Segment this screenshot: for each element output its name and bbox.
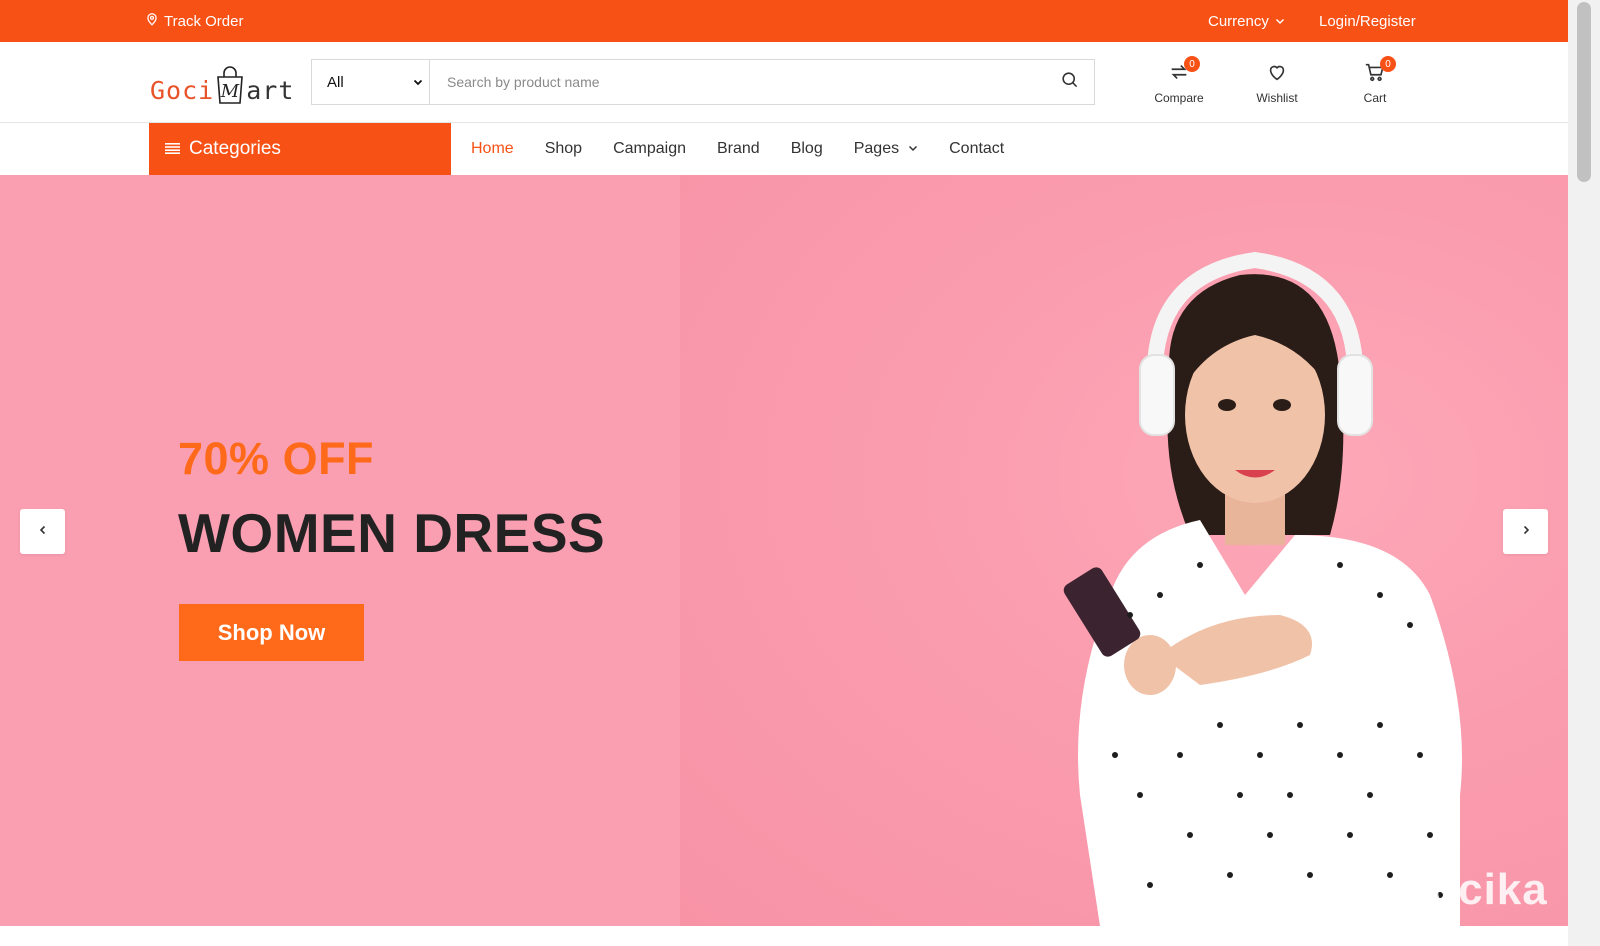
login-register-link[interactable]: Login/Register xyxy=(1319,0,1416,42)
categories-label: Categories xyxy=(189,138,281,159)
nav-item-campaign[interactable]: Campaign xyxy=(613,140,686,158)
hero-slider: 70% OFF WOMEN DRESS Shop Now Gocika xyxy=(0,175,1568,926)
heart-icon xyxy=(1266,59,1288,88)
cart-count-badge: 0 xyxy=(1380,56,1396,72)
slider-next-button[interactable] xyxy=(1503,509,1548,554)
hero-model-image xyxy=(1063,251,1462,926)
shop-now-button[interactable]: Shop Now xyxy=(179,604,364,661)
chevron-down-icon xyxy=(413,74,423,91)
location-pin-icon xyxy=(145,12,159,30)
nav-item-contact[interactable]: Contact xyxy=(949,140,1004,158)
scrollbar-thumb[interactable] xyxy=(1577,2,1591,182)
logo-text-goci: Goci xyxy=(150,76,215,105)
search-icon xyxy=(1060,70,1079,94)
nav-item-blog[interactable]: Blog xyxy=(791,140,823,158)
nav-item-home[interactable]: Home xyxy=(471,140,514,158)
currency-dropdown[interactable]: Currency xyxy=(1208,0,1285,42)
search-input[interactable] xyxy=(430,60,1044,104)
nav-item-shop[interactable]: Shop xyxy=(545,140,582,158)
hero-discount-text: 70% OFF xyxy=(178,433,375,484)
svg-text:M: M xyxy=(220,81,240,102)
track-order-link[interactable]: Track Order xyxy=(145,0,243,42)
search-button[interactable] xyxy=(1044,60,1094,104)
compare-count-badge: 0 xyxy=(1184,56,1200,72)
page-scrollbar[interactable] xyxy=(1568,0,1600,946)
chevron-down-icon xyxy=(908,140,918,158)
chevron-right-icon xyxy=(1520,523,1532,541)
logo-text-art: art xyxy=(246,76,295,105)
brand-watermark: Gocika xyxy=(1395,865,1548,914)
nav-item-pages-label: Pages xyxy=(853,140,900,157)
shopping-bag-logo-icon: M xyxy=(215,65,245,105)
top-bar: Track Order Currency Login/Register xyxy=(0,0,1568,42)
track-order-label: Track Order xyxy=(164,12,244,30)
categories-button[interactable]: Categories xyxy=(149,123,451,175)
currency-label: Currency xyxy=(1208,12,1269,30)
cart-button[interactable]: 0 Cart xyxy=(1340,56,1410,105)
search-bar: All xyxy=(311,59,1095,105)
nav-item-pages[interactable]: Pages xyxy=(854,140,918,158)
logo[interactable]: Goci M art xyxy=(150,59,293,105)
wishlist-button[interactable]: Wishlist xyxy=(1242,59,1312,105)
category-select-value: All xyxy=(327,73,344,91)
slider-prev-button[interactable] xyxy=(20,509,65,554)
wishlist-label: Wishlist xyxy=(1256,91,1298,105)
cart-label: Cart xyxy=(1363,91,1387,105)
nav-menu: Home Shop Campaign Brand Blog Pages Cont… xyxy=(471,123,1035,175)
category-select[interactable]: All xyxy=(312,60,430,104)
nav-item-brand[interactable]: Brand xyxy=(717,140,760,158)
menu-lines-icon xyxy=(165,138,180,160)
main-navigation: Categories Home Shop Campaign Brand Blog… xyxy=(0,123,1568,175)
header: Goci M art All 0 Compare xyxy=(0,42,1568,123)
compare-button[interactable]: 0 Compare xyxy=(1144,56,1214,105)
hero-headline: WOMEN DRESS xyxy=(178,502,606,564)
chevron-left-icon xyxy=(37,523,49,541)
compare-label: Compare xyxy=(1154,91,1204,105)
chevron-down-icon xyxy=(1275,13,1285,30)
